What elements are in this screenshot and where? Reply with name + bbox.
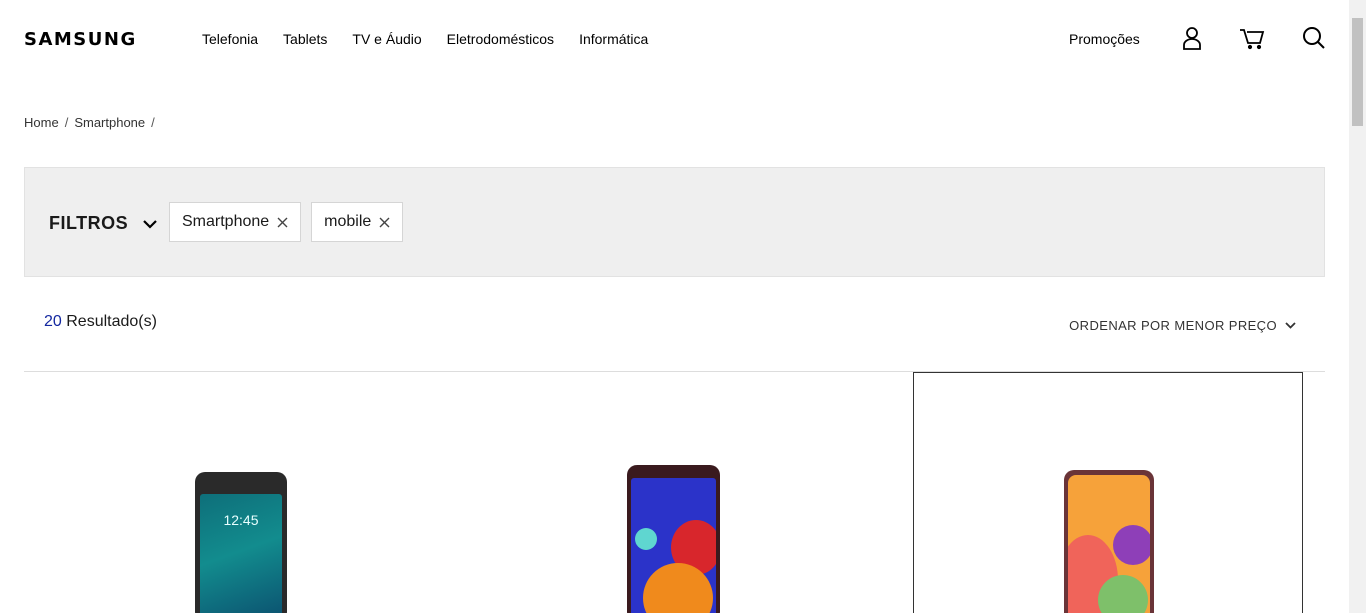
phone-screen	[1068, 475, 1150, 613]
filter-bar: FILTROS Smartphone mobile	[24, 167, 1325, 277]
results-number: 20	[44, 313, 62, 330]
chip-label: mobile	[324, 213, 372, 230]
search-icon[interactable]	[1301, 25, 1327, 51]
close-icon[interactable]	[277, 217, 288, 228]
nav-eletrodomesticos[interactable]: Eletrodomésticos	[447, 31, 554, 47]
close-icon[interactable]	[379, 217, 390, 228]
breadcrumb-smartphone[interactable]: Smartphone	[74, 115, 145, 130]
samsung-logo[interactable]: SAMSUNG	[24, 29, 137, 50]
nav-informatica[interactable]: Informática	[579, 31, 648, 47]
filter-chip-mobile[interactable]: mobile	[311, 202, 404, 242]
product-image: 12:45	[195, 472, 287, 613]
scrollbar-thumb[interactable]	[1352, 18, 1363, 126]
product-card[interactable]	[468, 372, 856, 613]
filters-title: FILTROS	[49, 213, 129, 233]
breadcrumb: Home / Smartphone /	[24, 115, 155, 130]
results-label: Resultado(s)	[61, 313, 157, 330]
product-card-selected[interactable]	[913, 372, 1303, 613]
user-icon[interactable]	[1179, 25, 1205, 51]
product-image	[627, 465, 720, 613]
nav-telefonia[interactable]: Telefonia	[202, 31, 258, 47]
sort-label: ORDENAR POR MENOR PREÇO	[1069, 318, 1277, 333]
active-filter-chips: Smartphone mobile	[169, 202, 404, 242]
scrollbar[interactable]	[1349, 0, 1366, 613]
breadcrumb-separator: /	[64, 115, 69, 130]
site-header: SAMSUNG Telefonia Tablets TV e Áudio Ele…	[0, 0, 1349, 78]
product-image	[1064, 470, 1154, 613]
breadcrumb-separator: /	[151, 115, 155, 130]
promocoes-link[interactable]: Promoções	[1069, 31, 1140, 47]
filters-toggle[interactable]: FILTROS	[49, 213, 158, 234]
filter-chip-smartphone[interactable]: Smartphone	[169, 202, 302, 242]
results-count: 20 Resultado(s)	[44, 313, 157, 331]
main-nav: Telefonia Tablets TV e Áudio Eletrodomés…	[202, 31, 648, 47]
phone-screen	[631, 478, 716, 613]
chip-label: Smartphone	[182, 213, 270, 230]
phone-screen: 12:45	[200, 494, 282, 613]
product-card[interactable]: 12:45	[24, 372, 412, 613]
nav-tv-audio[interactable]: TV e Áudio	[352, 31, 421, 47]
chevron-down-icon	[1285, 322, 1296, 329]
cart-icon[interactable]	[1239, 25, 1265, 51]
breadcrumb-home[interactable]: Home	[24, 115, 59, 130]
screen-clock: 12:45	[223, 512, 259, 528]
nav-tablets[interactable]: Tablets	[283, 31, 327, 47]
sort-dropdown[interactable]: ORDENAR POR MENOR PREÇO	[1069, 318, 1296, 333]
chevron-down-icon	[143, 219, 157, 229]
